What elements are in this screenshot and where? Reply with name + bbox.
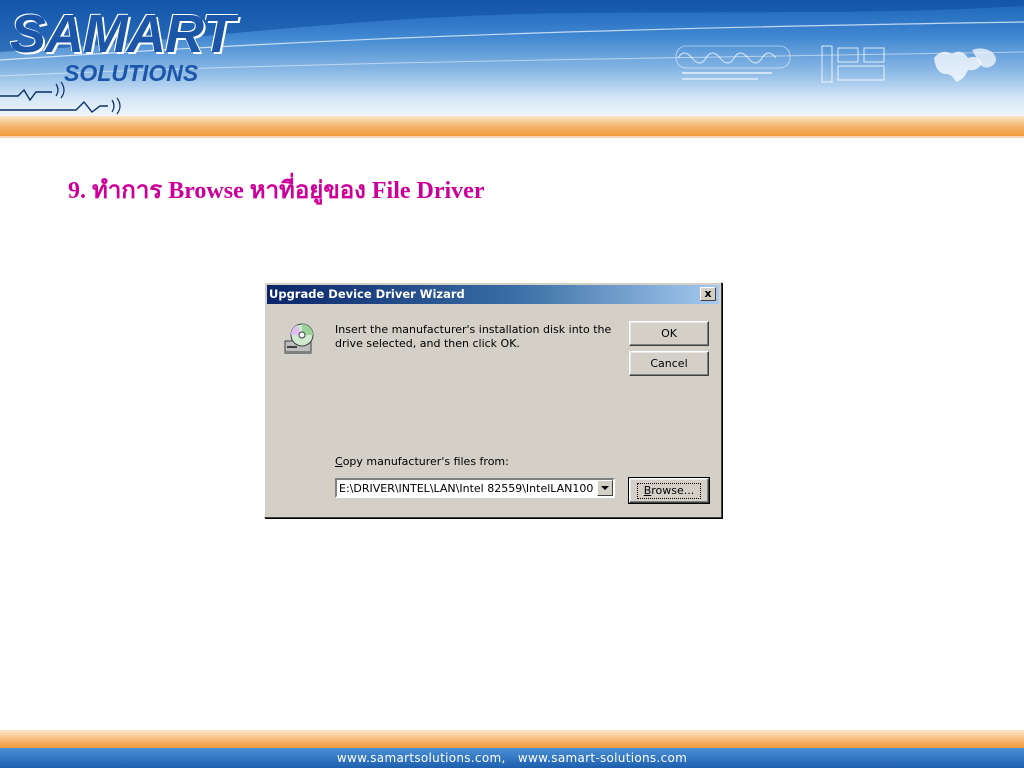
- logo-subtitle: SOLUTIONS: [64, 60, 199, 86]
- driver-path-combobox[interactable]: E:\DRIVER\INTEL\LAN\Intel 82559\IntelLAN…: [335, 478, 615, 498]
- browse-button[interactable]: Browse...: [628, 477, 710, 504]
- header-orange-stripe: [0, 116, 1024, 136]
- header-divider: [0, 136, 1024, 138]
- header-banner: SAMART SOLUTIONS: [0, 0, 1024, 118]
- cancel-button[interactable]: Cancel: [629, 351, 709, 376]
- dropdown-arrow-icon[interactable]: [597, 480, 613, 496]
- ok-button[interactable]: OK: [629, 321, 709, 346]
- close-button[interactable]: x: [700, 287, 716, 301]
- dialog-titlebar[interactable]: Upgrade Device Driver Wizard x: [267, 285, 719, 304]
- copy-files-label: Copy manufacturer's files from:: [335, 455, 509, 469]
- circuit-world-decoration: [675, 45, 996, 83]
- copy-label-text: opy manufacturer's files from:: [342, 455, 509, 468]
- logo-wordmark: SAMART: [10, 4, 235, 64]
- dialog-title: Upgrade Device Driver Wizard: [269, 287, 465, 301]
- instruction-message: Insert the manufacturer's installation d…: [335, 323, 612, 350]
- copy-label-accelerator: C: [335, 455, 343, 468]
- footer-bar: www.samartsolutions.com, www.samart-solu…: [0, 748, 1024, 768]
- install-disk-icon: [284, 323, 314, 354]
- browse-label-text: rowse...: [651, 483, 695, 497]
- browse-button-label: Browse...: [636, 482, 702, 499]
- footer-websites: www.samartsolutions.com, www.samart-solu…: [336, 751, 688, 765]
- slide-title: 9. ทำการ Browse หาที่อยู่ของ File Driver: [68, 178, 485, 204]
- driver-path-value[interactable]: E:\DRIVER\INTEL\LAN\Intel 82559\IntelLAN…: [339, 481, 595, 496]
- upgrade-driver-dialog: Upgrade Device Driver Wizard x Insert th…: [264, 282, 722, 518]
- footer-orange-stripe: [0, 730, 1024, 748]
